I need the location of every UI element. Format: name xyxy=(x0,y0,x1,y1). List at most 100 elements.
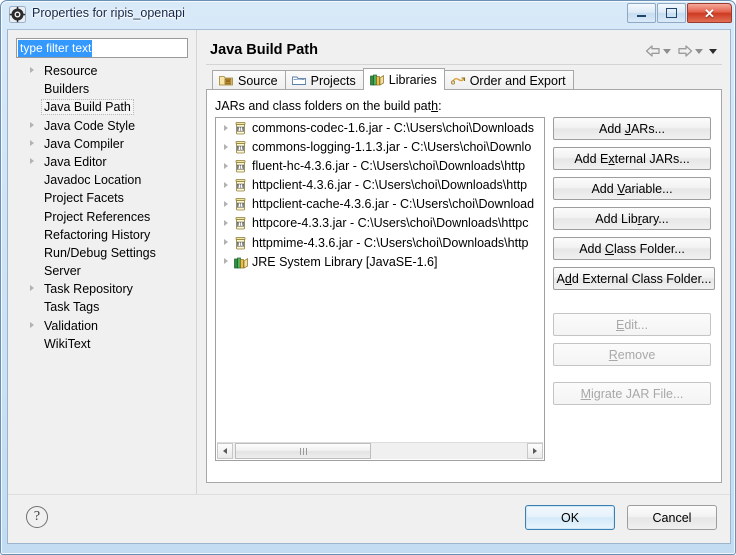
sidebar-item-resource[interactable]: Resource xyxy=(8,62,196,80)
tab-label: Projects xyxy=(310,73,356,88)
back-dropdown-icon[interactable] xyxy=(663,48,671,54)
classpath-entries[interactable]: 010 commons-codec-1.6.jar - C:\Users\choi… xyxy=(216,119,544,443)
sidebar-item-server[interactable]: Server xyxy=(8,262,196,280)
expand-arrow-icon[interactable] xyxy=(30,139,34,146)
footer-buttons: OK Cancel xyxy=(513,505,717,530)
sidebar-item-java-compiler[interactable]: Java Compiler xyxy=(8,135,196,153)
help-button[interactable]: ? xyxy=(26,506,48,528)
expand-arrow-icon[interactable] xyxy=(30,285,34,292)
add-library-button[interactable]: Add Library... xyxy=(553,207,711,230)
classpath-entry-name: commons-codec-1.6.jar xyxy=(252,121,383,135)
eclipse-properties-icon xyxy=(9,6,26,23)
jar-icon: 010 xyxy=(233,178,249,193)
scrollbar-thumb[interactable] xyxy=(235,443,371,459)
classpath-entry-name: httpcore-4.3.3.jar xyxy=(252,216,347,231)
sidebar-item-run-debug-settings[interactable]: Run/Debug Settings xyxy=(8,244,196,262)
tab-projects[interactable]: Projects xyxy=(284,70,364,90)
tab-source[interactable]: Source xyxy=(212,70,286,90)
minimize-button[interactable] xyxy=(627,3,656,23)
source-folder-icon xyxy=(218,73,234,88)
classpath-entry-path: C:\Users\choi\Downloads xyxy=(393,121,535,135)
expand-arrow-icon[interactable] xyxy=(30,321,34,328)
classpath-entry-path: C:\Users\choi\Downloads\http xyxy=(360,159,526,174)
title-separator xyxy=(206,64,722,65)
view-menu-icon[interactable] xyxy=(709,48,717,54)
jar-icon: 010 xyxy=(233,216,249,231)
build-path-tabs[interactable]: Source Projects Libraries Order and Export xyxy=(212,68,574,90)
page-nav xyxy=(644,42,722,60)
tab-label: Libraries xyxy=(388,72,437,87)
sidebar-item-wikitext[interactable]: WikiText xyxy=(8,335,196,353)
classpath-entry-separator: - xyxy=(388,197,400,212)
classpath-listbox[interactable]: 010 commons-codec-1.6.jar - C:\Users\choi… xyxy=(215,117,545,461)
classpath-entry-row[interactable]: 010 commons-codec-1.6.jar - C:\Users\choi… xyxy=(216,119,544,138)
add-class-folder-button[interactable]: Add Class Folder... xyxy=(553,237,711,260)
sidebar-item-label: Refactoring History xyxy=(44,227,151,242)
expand-arrow-icon[interactable] xyxy=(30,157,34,164)
classpath-entry-row[interactable]: 010 httpclient-4.3.6.jar - C:\Users\choi\… xyxy=(216,176,544,195)
sidebar-item-task-tags[interactable]: Task Tags xyxy=(8,298,196,316)
expand-arrow-icon[interactable] xyxy=(30,121,34,128)
classpath-entry-row[interactable]: 010 fluent-hc-4.3.6.jar - C:\Users\choi\D… xyxy=(216,157,544,176)
expand-arrow-icon[interactable] xyxy=(224,200,228,207)
maximize-button[interactable] xyxy=(657,3,686,23)
add-external-jars-button[interactable]: Add External JARs... xyxy=(553,147,711,170)
sidebar-item-label: Server xyxy=(44,264,81,279)
classpath-entry-path: C:\Users\choi\Downlo xyxy=(411,140,532,155)
sidebar-item-task-repository[interactable]: Task Repository xyxy=(8,280,196,298)
back-button[interactable] xyxy=(644,44,662,58)
forward-button[interactable] xyxy=(676,44,694,58)
sidebar-item-refactoring-history[interactable]: Refactoring History xyxy=(8,226,196,244)
expand-arrow-icon[interactable] xyxy=(224,143,228,150)
classpath-entry-row[interactable]: 010 httpcore-4.3.3.jar - C:\Users\choi\Do… xyxy=(216,214,544,233)
classpath-entry-row[interactable]: 010 commons-logging-1.1.3.jar - C:\Users\… xyxy=(216,138,544,157)
pane-divider xyxy=(196,30,197,495)
sidebar-item-java-editor[interactable]: Java Editor xyxy=(8,153,196,171)
classpath-entry-row[interactable]: JRE System Library [JavaSE-1.6] xyxy=(216,253,544,272)
sidebar-item-label: Java Editor xyxy=(44,154,107,169)
sidebar-item-validation[interactable]: Validation xyxy=(8,317,196,335)
sidebar-item-label: Project Facets xyxy=(44,191,124,206)
horizontal-scrollbar[interactable] xyxy=(217,442,543,459)
add-variable-button[interactable]: Add Variable... xyxy=(553,177,711,200)
projects-icon xyxy=(291,73,307,88)
title-bar[interactable]: Properties for ripis_openapi ✕ xyxy=(1,1,735,29)
properties-dialog: Properties for ripis_openapi ✕ type filt… xyxy=(0,0,736,555)
filter-input-value: type filter text xyxy=(18,40,93,57)
tab-label: Source xyxy=(238,73,278,88)
expand-arrow-icon[interactable] xyxy=(224,219,228,226)
sidebar-item-java-code-style[interactable]: Java Code Style xyxy=(8,117,196,135)
sidebar-item-builders[interactable]: Builders xyxy=(8,80,196,98)
sidebar-item-label: Project References xyxy=(44,209,151,224)
sidebar-item-project-references[interactable]: Project References xyxy=(8,208,196,226)
tab-libraries[interactable]: Libraries xyxy=(362,68,445,90)
scroll-left-button[interactable] xyxy=(217,443,233,459)
expand-arrow-icon[interactable] xyxy=(224,258,228,265)
ok-button[interactable]: OK xyxy=(525,505,615,530)
expand-arrow-icon[interactable] xyxy=(224,124,228,131)
grip-icon xyxy=(299,447,307,455)
add-external-class-folder-button[interactable]: Add External Class Folder... xyxy=(553,267,715,290)
scroll-right-button[interactable] xyxy=(527,443,543,459)
expand-arrow-icon[interactable] xyxy=(224,239,228,246)
cancel-button[interactable]: Cancel xyxy=(627,505,717,530)
expand-arrow-icon[interactable] xyxy=(30,67,34,73)
classpath-entry-row[interactable]: 010 httpmime-4.3.6.jar - C:\Users\choi\Do… xyxy=(216,234,544,253)
jar-icon: 010 xyxy=(233,140,249,155)
close-button[interactable]: ✕ xyxy=(687,3,732,23)
add-jars-button[interactable]: Add JARs... xyxy=(553,117,711,140)
expand-arrow-icon[interactable] xyxy=(224,162,228,169)
sidebar-item-javadoc-location[interactable]: Javadoc Location xyxy=(8,171,196,189)
classpath-entry-separator: - xyxy=(349,159,361,174)
settings-tree[interactable]: Resource Builders Java Build Path Java Code… xyxy=(8,62,196,490)
sidebar-item-java-build-path[interactable]: Java Build Path xyxy=(8,98,196,116)
sidebar-item-project-facets[interactable]: Project Facets xyxy=(8,189,196,207)
classpath-entry-row[interactable]: 010 httpclient-cache-4.3.6.jar - C:\Users… xyxy=(216,195,544,214)
minimize-icon xyxy=(628,4,655,22)
tab-order-and-export[interactable]: Order and Export xyxy=(443,70,574,90)
classpath-entry-separator: - xyxy=(346,216,358,231)
page-pane: Java Build Path Source Projects Librarie… xyxy=(198,30,730,495)
filter-input[interactable]: type filter text xyxy=(16,38,188,58)
forward-dropdown-icon[interactable] xyxy=(695,48,703,54)
expand-arrow-icon[interactable] xyxy=(224,181,228,188)
